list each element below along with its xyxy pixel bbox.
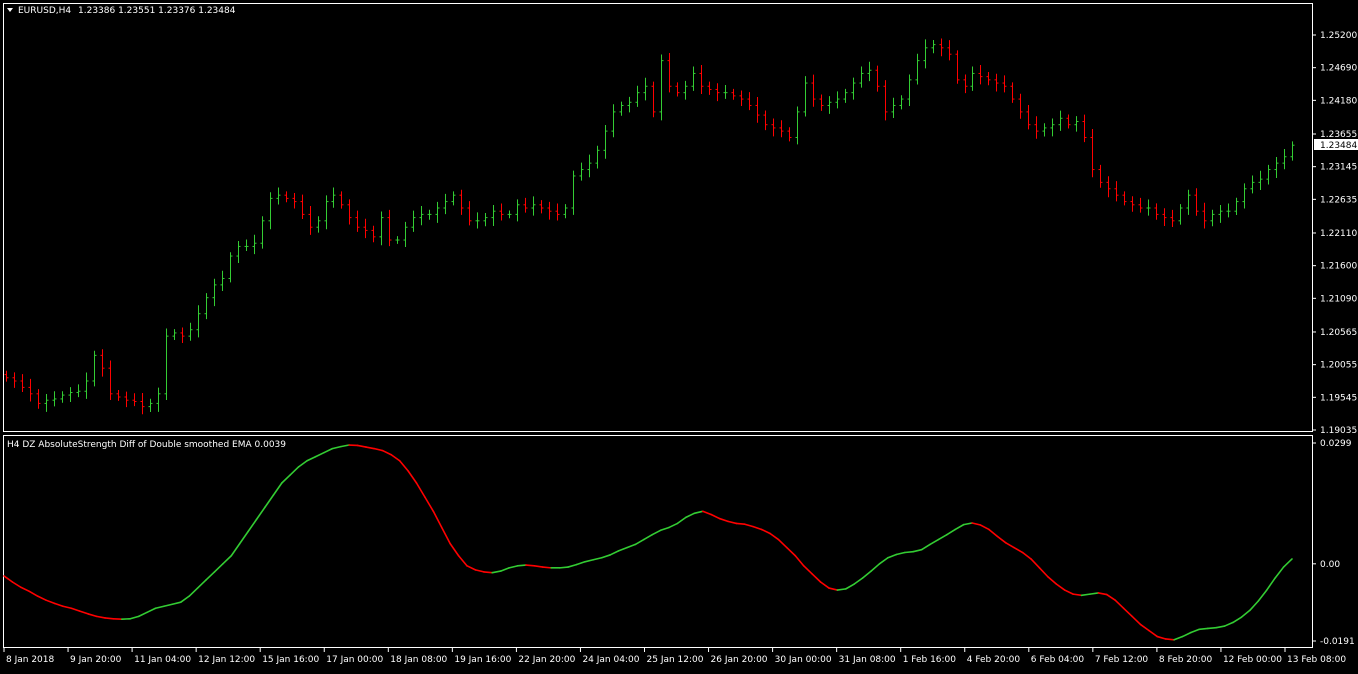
time-tick-label: 8 Feb 20:00 <box>1159 655 1213 665</box>
indicator-segment <box>560 567 568 568</box>
time-tick-label: 12 Feb 00:00 <box>1223 655 1282 665</box>
indicator-scale[interactable]: 0.0299 0.00 -0.0191 <box>1312 439 1355 647</box>
price-tick-label: 1.21600 <box>1320 262 1357 272</box>
indicator-segment <box>736 523 744 524</box>
time-tick-label: 17 Jan 00:00 <box>326 655 383 665</box>
time-tick-label: 8 Jan 2018 <box>6 655 54 665</box>
indicator-pane-frame[interactable] <box>4 436 1313 648</box>
price-tick-label: 1.22635 <box>1320 195 1357 205</box>
time-tick-label: 15 Jan 16:00 <box>262 655 319 665</box>
time-tick-label: 11 Jan 04:00 <box>134 655 191 665</box>
time-tick-label: 13 Feb 08:00 <box>1287 655 1346 665</box>
time-tick-label: 19 Jan 16:00 <box>454 655 511 665</box>
indicator-segment <box>526 565 534 566</box>
time-tick-label: 25 Jan 12:00 <box>647 655 704 665</box>
indicator-title: H4 DZ AbsoluteStrength Diff of Double sm… <box>7 440 286 450</box>
time-tick-label: 30 Jan 00:00 <box>775 655 832 665</box>
indicator-tick-label: 0.00 <box>1320 560 1340 570</box>
indicator-segment <box>1208 628 1216 629</box>
time-tick-label: 6 Feb 04:00 <box>1031 655 1085 665</box>
price-tick-label: 1.21090 <box>1320 294 1357 304</box>
price-tick-label: 1.24690 <box>1320 64 1357 74</box>
time-tick-label: 26 Jan 20:00 <box>711 655 768 665</box>
indicator-tick-label: -0.0191 <box>1320 637 1355 647</box>
indicator-segment <box>905 552 913 553</box>
time-tick-label: 1 Feb 16:00 <box>903 655 957 665</box>
price-tick-label: 1.22110 <box>1320 229 1357 239</box>
price-tick-label: 1.19545 <box>1320 393 1357 403</box>
ohlc-readout: 1.23386 1.23551 1.23376 1.23484 <box>78 6 236 16</box>
price-tick-label: 1.20055 <box>1320 361 1357 371</box>
price-tick-label: 1.20565 <box>1320 328 1357 338</box>
mt4-chart-window[interactable]: EURUSD,H4 1.23386 1.23551 1.23376 1.2348… <box>0 0 1358 670</box>
indicator-segment <box>105 618 113 619</box>
time-tick-label: 31 Jan 08:00 <box>839 655 896 665</box>
time-tick-label: 24 Jan 04:00 <box>582 655 639 665</box>
price-tick-label: 1.19035 <box>1320 426 1357 436</box>
price-tick-label: 1.23655 <box>1320 130 1357 140</box>
symbol-label: EURUSD,H4 <box>18 6 71 16</box>
time-tick-label: 22 Jan 20:00 <box>518 655 575 665</box>
time-scale[interactable]: 8 Jan 2018 9 Jan 20:00 11 Jan 04:00 12 Jan … <box>4 648 1346 665</box>
indicator-segment <box>1199 628 1207 629</box>
indicator-tick-label: 0.0299 <box>1320 439 1352 449</box>
price-scale[interactable]: 1.25200 1.24690 1.24180 1.23655 1.23145 1.226… <box>1312 31 1357 436</box>
indicator-segment <box>543 567 551 568</box>
price-tick-label: 1.24180 <box>1320 96 1357 106</box>
indicator-segment <box>518 565 526 566</box>
price-tick-label: 1.23145 <box>1320 163 1357 173</box>
time-tick-label: 7 Feb 12:00 <box>1095 655 1149 665</box>
time-tick-label: 4 Feb 20:00 <box>967 655 1021 665</box>
price-pane-frame[interactable] <box>4 4 1313 432</box>
time-tick-label: 9 Jan 20:00 <box>70 655 122 665</box>
price-tick-label: 1.25200 <box>1320 31 1357 41</box>
indicator-segment <box>484 572 492 573</box>
time-tick-label: 18 Jan 08:00 <box>390 655 447 665</box>
time-tick-label: 12 Jan 12:00 <box>198 655 255 665</box>
indicator-segment <box>1166 639 1174 640</box>
current-price-label: 1.23484 <box>1320 141 1357 151</box>
